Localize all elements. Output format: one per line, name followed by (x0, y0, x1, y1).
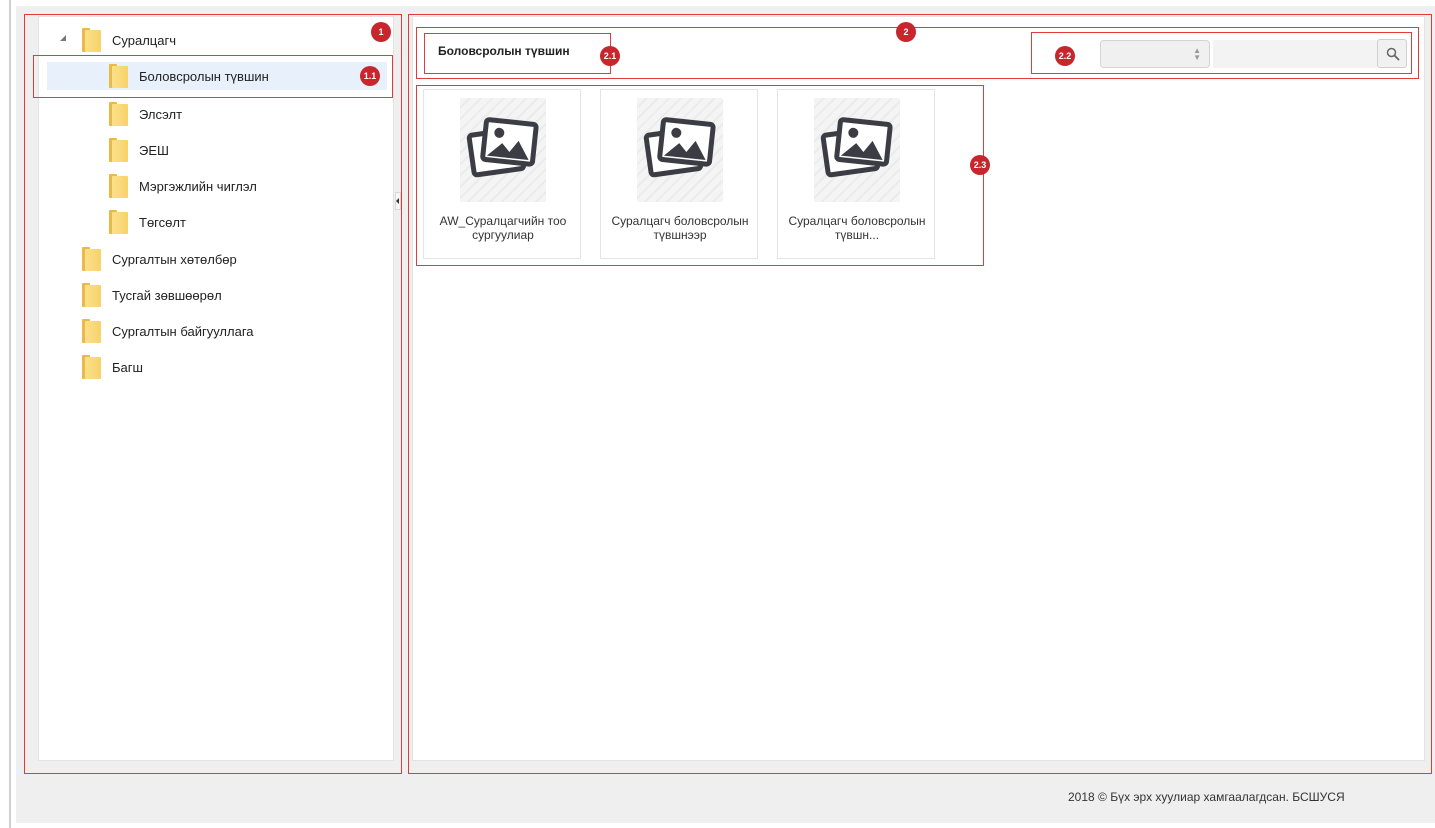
tree-node-tugsult[interactable]: Төгсөлт (109, 208, 186, 236)
folder-icon (109, 174, 129, 198)
filter-select[interactable]: ▲ ▼ (1100, 40, 1210, 68)
image-gallery-icon (466, 117, 539, 178)
annotation-badge-1: 1 (371, 22, 391, 42)
report-tile-caption: Суралцагч боловсролын түвшнээр (611, 214, 749, 242)
tree-node-label: Сургалтын байгууллага (112, 323, 254, 339)
tree-node-surgaltyn-baiguullaga[interactable]: Сургалтын байгууллага (82, 317, 254, 345)
annotation-badge-2-3: 2.3 (970, 155, 990, 175)
search-button[interactable] (1377, 39, 1407, 68)
search-input[interactable] (1213, 40, 1377, 68)
report-thumbnail (460, 98, 546, 202)
tree-node-bagsh[interactable]: Багш (82, 353, 143, 381)
tree-node-surgaltyn-khutulbur[interactable]: Сургалтын хөтөлбөр (82, 245, 237, 273)
tree-node-bolovsrolyn-tuvshin[interactable]: Боловсролын түвшин (47, 62, 387, 90)
tree-node-elselt[interactable]: Элсэлт (109, 100, 182, 128)
report-tile-caption: Суралцагч боловсролын түвшн... (788, 214, 926, 242)
folder-icon (82, 247, 102, 271)
folder-icon (109, 138, 129, 162)
folder-icon (82, 283, 102, 307)
tree-node-label: Төгсөлт (139, 214, 186, 230)
report-thumbnail (637, 98, 723, 202)
report-tile[interactable]: AW_Суралцагчийн тоо сургуулиар (423, 89, 581, 259)
annotation-badge-2: 2 (896, 22, 916, 42)
tree-node-mergejliin-chiglel[interactable]: Мэргэжлийн чиглэл (109, 172, 257, 200)
collapse-arrow-icon[interactable] (60, 35, 66, 41)
content-title: Боловсролын түвшин (438, 44, 570, 58)
folder-icon (82, 28, 102, 52)
folder-icon (82, 319, 102, 343)
search-icon (1386, 47, 1400, 61)
annotation-badge-1-1: 1.1 (360, 66, 380, 86)
report-thumbnail (814, 98, 900, 202)
footer-copyright: 2018 © Бүх эрх хуулиар хамгаалагдсан. БС… (1068, 790, 1345, 804)
folder-tree-panel (38, 16, 394, 761)
tree-node-tusgai-zuvshuurul[interactable]: Тусгай зөвшөөрөл (82, 281, 222, 309)
select-arrows-icon: ▲ ▼ (1193, 46, 1201, 62)
tree-node-label: Багш (112, 359, 143, 375)
tree-node-suraltsagch[interactable]: Суралцагч (82, 26, 176, 54)
tree-node-label: Мэргэжлийн чиглэл (139, 178, 257, 194)
tree-node-esh[interactable]: ЭЕШ (109, 136, 169, 164)
annotation-badge-2-1: 2.1 (600, 46, 620, 66)
tree-node-label: Суралцагч (112, 32, 176, 48)
report-tile-caption: AW_Суралцагчийн тоо сургуулиар (439, 214, 567, 242)
image-gallery-icon (643, 117, 716, 178)
page-edge (9, 0, 11, 828)
annotation-badge-2-2: 2.2 (1055, 46, 1075, 66)
tree-node-label: Боловсролын түвшин (139, 68, 269, 84)
folder-icon (82, 355, 102, 379)
folder-icon (109, 102, 129, 126)
tree-node-label: Элсэлт (139, 106, 183, 122)
report-tile[interactable]: Суралцагч боловсролын түвшн... (777, 89, 935, 259)
tree-node-label: ЭЕШ (139, 142, 169, 158)
report-tile[interactable]: Суралцагч боловсролын түвшнээр (600, 89, 758, 259)
tree-node-label: Сургалтын хөтөлбөр (112, 251, 237, 267)
panel-splitter-handle[interactable] (395, 192, 401, 210)
folder-icon (109, 210, 129, 234)
image-gallery-icon (820, 117, 893, 178)
tree-node-label: Тусгай зөвшөөрөл (112, 287, 222, 303)
collapse-left-icon (396, 198, 399, 204)
folder-icon (109, 64, 129, 88)
